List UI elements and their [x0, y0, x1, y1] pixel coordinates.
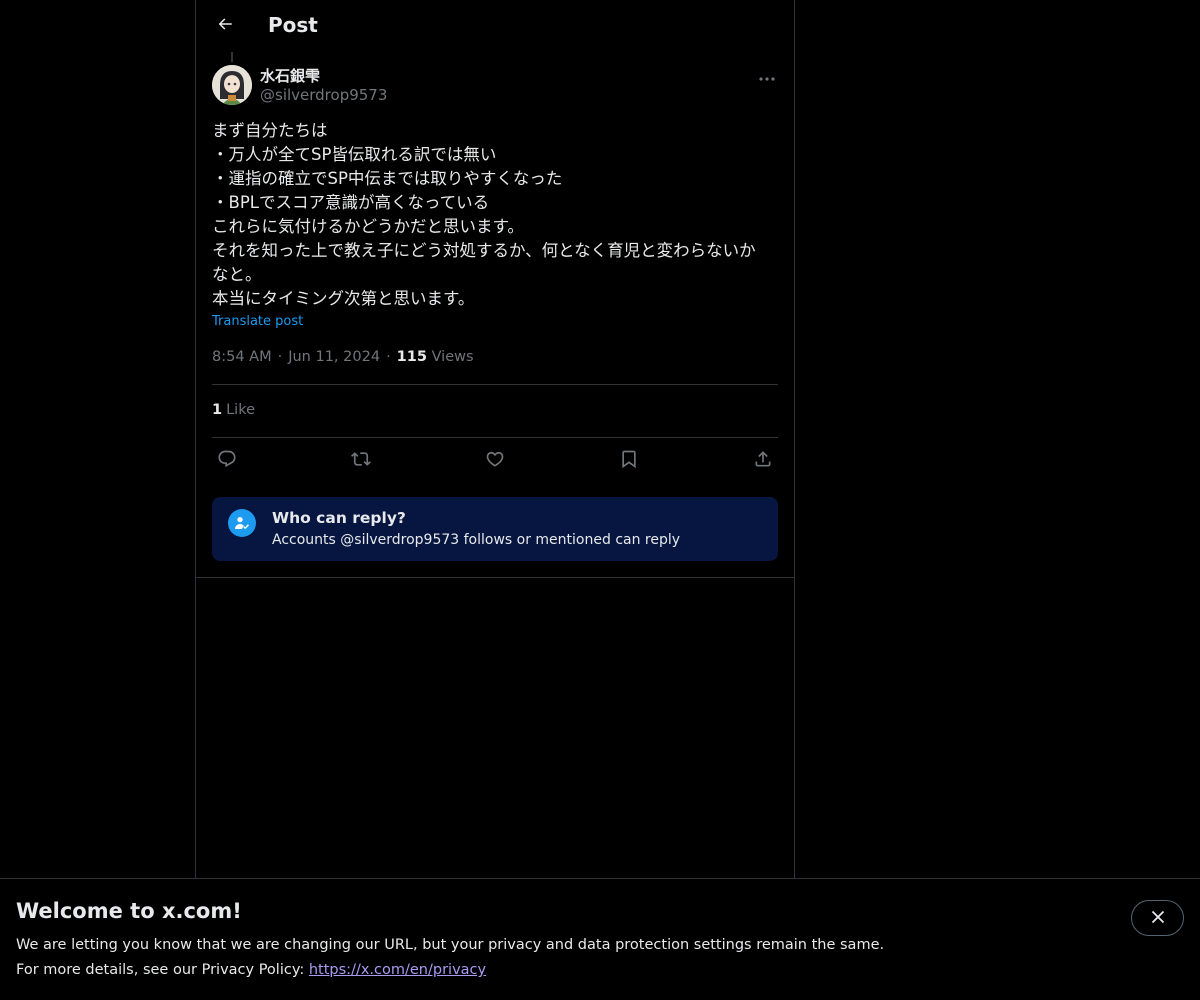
post-time[interactable]: 8:54 AM [212, 349, 272, 365]
post-meta: 8:54 AM · Jun 11, 2024 · 115 Views [212, 349, 474, 365]
likes-label: Like [226, 402, 256, 418]
share-upload-icon [753, 449, 773, 473]
post-text-line: ・万人が全てSP皆伝取れる訳では無い [212, 145, 497, 164]
post-text-line: ・運指の確立でSP中伝までは取りやすくなった [212, 169, 563, 188]
author-display-name[interactable]: 水石銀雫 [260, 65, 320, 86]
post-text-line: ・BPLでスコア意識が高くなっている [212, 193, 490, 212]
primary-column: Post 水石銀雫 @silverdrop9573 まず自分たちは ・万人が全て… [195, 0, 795, 1000]
translate-post-link[interactable]: Translate post [212, 314, 303, 329]
reply-restriction-title: Who can reply? [272, 509, 406, 527]
action-bar [212, 448, 778, 476]
more-options-button[interactable] [756, 65, 778, 85]
close-icon [1151, 909, 1165, 928]
avatar[interactable] [212, 65, 252, 105]
meta-separator: · [386, 349, 391, 365]
more-horizontal-icon [759, 66, 775, 85]
divider [212, 384, 778, 385]
like-button[interactable] [482, 448, 508, 474]
likes-summary[interactable]: 1 Like [212, 402, 255, 418]
reply-restriction-subtitle: Accounts @silverdrop9573 follows or ment… [272, 532, 681, 548]
person-check-icon [228, 509, 256, 537]
banner-title: Welcome to x.com! [16, 899, 242, 923]
banner-close-button[interactable] [1131, 900, 1184, 936]
speech-bubble-icon [217, 449, 237, 473]
post-author-row: 水石銀雫 @silverdrop9573 [212, 65, 778, 109]
repost-button[interactable] [348, 448, 374, 474]
banner-privacy-line: For more details, see our Privacy Policy… [16, 962, 486, 978]
arrow-left-icon [216, 15, 234, 37]
thread-connector-line [231, 52, 233, 62]
share-button[interactable] [750, 448, 776, 474]
repost-icon [350, 449, 372, 473]
reply-restriction-notice: Who can reply? Accounts @silverdrop9573 … [212, 497, 778, 561]
banner-message: We are letting you know that we are chan… [16, 937, 885, 953]
divider [212, 437, 778, 438]
post-text-line: 本当にタイミング次第と思います。 [212, 289, 475, 308]
banner-privacy-prefix: For more details, see our Privacy Policy… [16, 962, 309, 978]
meta-separator: · [277, 349, 283, 365]
page-header: Post [196, 0, 794, 54]
post-text-line: これらに気付けるかどうかだと思います。 [212, 217, 524, 236]
author-handle[interactable]: @silverdrop9573 [260, 86, 387, 104]
privacy-policy-link[interactable]: https://x.com/en/privacy [309, 962, 486, 978]
heart-icon [485, 449, 505, 473]
reply-button[interactable] [214, 448, 240, 474]
divider [196, 577, 794, 578]
bookmark-icon [619, 449, 639, 473]
views-count: 115 [396, 349, 427, 365]
url-change-banner: Welcome to x.com! We are letting you kno… [0, 878, 1200, 1000]
post-text: まず自分たちは ・万人が全てSP皆伝取れる訳では無い ・運指の確立でSP中伝まで… [212, 119, 780, 311]
page-title: Post [268, 13, 318, 37]
post-text-line: まず自分たちは [212, 121, 328, 140]
bookmark-button[interactable] [616, 448, 642, 474]
back-button[interactable] [208, 9, 242, 43]
post-text-line: それを知った上で教え子にどう対処するか、何となく育児と変わらないか [212, 241, 756, 260]
post-date[interactable]: Jun 11, 2024 [288, 349, 380, 365]
post-text-line: なと。 [212, 265, 262, 284]
views-label: Views [431, 349, 474, 365]
likes-count: 1 [212, 402, 223, 418]
